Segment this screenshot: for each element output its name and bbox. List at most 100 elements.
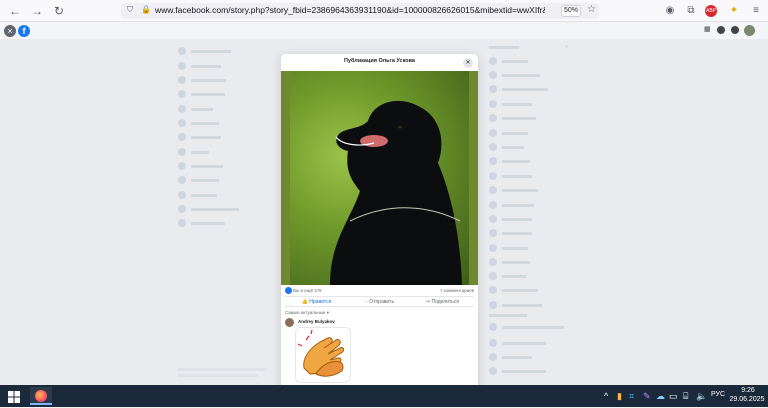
contact-item[interactable] bbox=[489, 228, 532, 238]
messenger-icon[interactable] bbox=[717, 26, 725, 34]
notifications-icon[interactable] bbox=[731, 26, 739, 34]
volume-icon[interactable]: 🔈 bbox=[696, 391, 707, 401]
contact-item[interactable] bbox=[489, 171, 532, 181]
contact-item[interactable] bbox=[489, 200, 534, 210]
sidebar-item-icon bbox=[178, 47, 186, 55]
sidebar-item[interactable] bbox=[178, 218, 225, 228]
contacts-search-icon[interactable]: ⌕ bbox=[565, 44, 573, 52]
close-icon[interactable]: ✕ bbox=[463, 58, 473, 68]
address-bar[interactable]: ⛉ 🔒 www.facebook.com/story.php?story_fbi… bbox=[121, 3, 599, 19]
contact-item[interactable] bbox=[489, 156, 530, 166]
contact-item[interactable] bbox=[489, 257, 530, 267]
like-button[interactable]: 👍 Нравится bbox=[285, 297, 348, 306]
contact-item[interactable] bbox=[489, 70, 540, 80]
language-indicator[interactable]: РУС bbox=[711, 391, 725, 398]
group-chat-item[interactable] bbox=[489, 322, 564, 332]
clock-date[interactable]: 29.06.2025 bbox=[729, 396, 765, 403]
sidebar-item[interactable] bbox=[178, 147, 209, 157]
contact-item[interactable] bbox=[489, 271, 526, 281]
sidebar-item-label bbox=[191, 221, 225, 225]
profile-avatar[interactable] bbox=[744, 25, 755, 36]
url-text[interactable]: www.facebook.com/story.php?story_fbid=23… bbox=[155, 5, 545, 15]
contact-item[interactable] bbox=[489, 142, 524, 152]
lock-icon[interactable]: 🔒 bbox=[141, 5, 151, 15]
commenter-avatar[interactable] bbox=[285, 318, 294, 327]
sidebar-item[interactable] bbox=[178, 104, 213, 114]
sidebar-item-label bbox=[191, 193, 217, 197]
sidebar-item[interactable] bbox=[178, 175, 219, 185]
firefox-taskbar-button[interactable] bbox=[30, 387, 52, 405]
group-chat-item[interactable] bbox=[489, 338, 546, 348]
close-icon[interactable]: × bbox=[4, 25, 16, 37]
tracking-shield-icon[interactable]: ⛉ bbox=[127, 5, 137, 15]
commenter-name[interactable]: Andrey Bulyakov bbox=[298, 319, 335, 324]
sidebar-item-label bbox=[191, 164, 223, 168]
clapping-hands-sticker[interactable] bbox=[295, 327, 351, 383]
sidebar-item[interactable] bbox=[178, 161, 223, 171]
comments-count[interactable]: 7 комментариев bbox=[440, 288, 474, 293]
sidebar-item[interactable] bbox=[178, 132, 221, 142]
account-icon[interactable]: ◉ bbox=[664, 5, 676, 17]
contact-item[interactable] bbox=[489, 113, 536, 123]
contact-avatar bbox=[489, 157, 497, 165]
pen-tool-icon[interactable]: ✎ bbox=[643, 391, 651, 401]
network-icon[interactable]: ⌸ bbox=[683, 391, 688, 401]
reaction-count[interactable]: Вы и ещё 176 bbox=[293, 288, 322, 293]
sidebar-item[interactable] bbox=[178, 190, 217, 200]
contact-item[interactable] bbox=[489, 185, 538, 195]
post-photo[interactable] bbox=[281, 71, 478, 285]
send-button[interactable]: ◌ Отправить bbox=[348, 297, 411, 306]
contact-avatar bbox=[489, 258, 497, 266]
windows-logo-icon bbox=[8, 391, 20, 403]
apps-grid-icon[interactable]: ▦ bbox=[704, 26, 712, 34]
contact-avatar bbox=[489, 229, 497, 237]
contact-item[interactable] bbox=[489, 84, 548, 94]
contact-item[interactable] bbox=[489, 128, 528, 138]
group-chat-item[interactable] bbox=[489, 352, 532, 362]
like-label: Нравится bbox=[309, 299, 332, 305]
contact-avatar bbox=[489, 57, 497, 65]
clock-time[interactable]: 9:26 bbox=[733, 387, 763, 394]
reactions-row[interactable]: Вы и ещё 176 7 комментариев bbox=[285, 287, 474, 296]
menu-icon[interactable]: ≡ bbox=[750, 5, 762, 17]
adblock-icon[interactable]: ABP bbox=[705, 5, 717, 17]
share-button[interactable]: ↪ Поделиться bbox=[411, 297, 474, 306]
contact-item[interactable] bbox=[489, 300, 542, 310]
battery-icon[interactable]: ▭ bbox=[669, 391, 678, 401]
back-icon[interactable]: ← bbox=[8, 4, 22, 18]
pointer-app-icon[interactable]: ▮ bbox=[617, 391, 622, 401]
footer-links bbox=[178, 374, 258, 377]
sidebar-item[interactable] bbox=[178, 75, 226, 85]
sidebar-item[interactable] bbox=[178, 46, 231, 56]
extension-broom-icon[interactable]: ✦ bbox=[728, 5, 740, 17]
reload-icon[interactable]: ↻ bbox=[52, 4, 66, 18]
sidebar-item[interactable] bbox=[178, 118, 219, 128]
cloud-icon[interactable]: ☁ bbox=[656, 391, 665, 401]
modal-title: Публикация Ольга Ускова bbox=[344, 58, 415, 64]
sidebar-item-label bbox=[191, 49, 231, 53]
sidebar-item-label bbox=[191, 178, 219, 182]
contact-item[interactable] bbox=[489, 285, 538, 295]
contact-avatar bbox=[489, 201, 497, 209]
contact-item[interactable] bbox=[489, 243, 528, 253]
sidebar-item[interactable] bbox=[178, 89, 225, 99]
group-chat-name bbox=[502, 355, 532, 359]
windows-start-icon[interactable] bbox=[8, 390, 20, 403]
sidebar-item-label bbox=[191, 150, 209, 154]
extensions-icon[interactable]: ⧉ bbox=[685, 5, 697, 17]
contact-avatar bbox=[489, 272, 497, 280]
bookmark-star-icon[interactable]: ☆ bbox=[587, 4, 596, 15]
chevron-up-icon[interactable]: ^ bbox=[604, 391, 608, 401]
zoom-level-badge[interactable]: 50% bbox=[561, 5, 581, 17]
create-group-chat[interactable] bbox=[489, 366, 546, 376]
sidebar-item[interactable] bbox=[178, 204, 239, 214]
contact-item[interactable] bbox=[489, 56, 528, 66]
contact-item[interactable] bbox=[489, 99, 532, 109]
forward-icon[interactable]: → bbox=[30, 4, 44, 18]
contact-item[interactable] bbox=[489, 214, 532, 224]
facebook-logo-icon[interactable]: f bbox=[18, 25, 30, 37]
comment-sort-dropdown[interactable]: Самые актуальные ▾ bbox=[285, 310, 329, 316]
sidebar-item[interactable] bbox=[178, 61, 221, 71]
screenshot-tool-icon[interactable]: ⌗ bbox=[629, 391, 634, 401]
contact-name bbox=[502, 174, 532, 178]
